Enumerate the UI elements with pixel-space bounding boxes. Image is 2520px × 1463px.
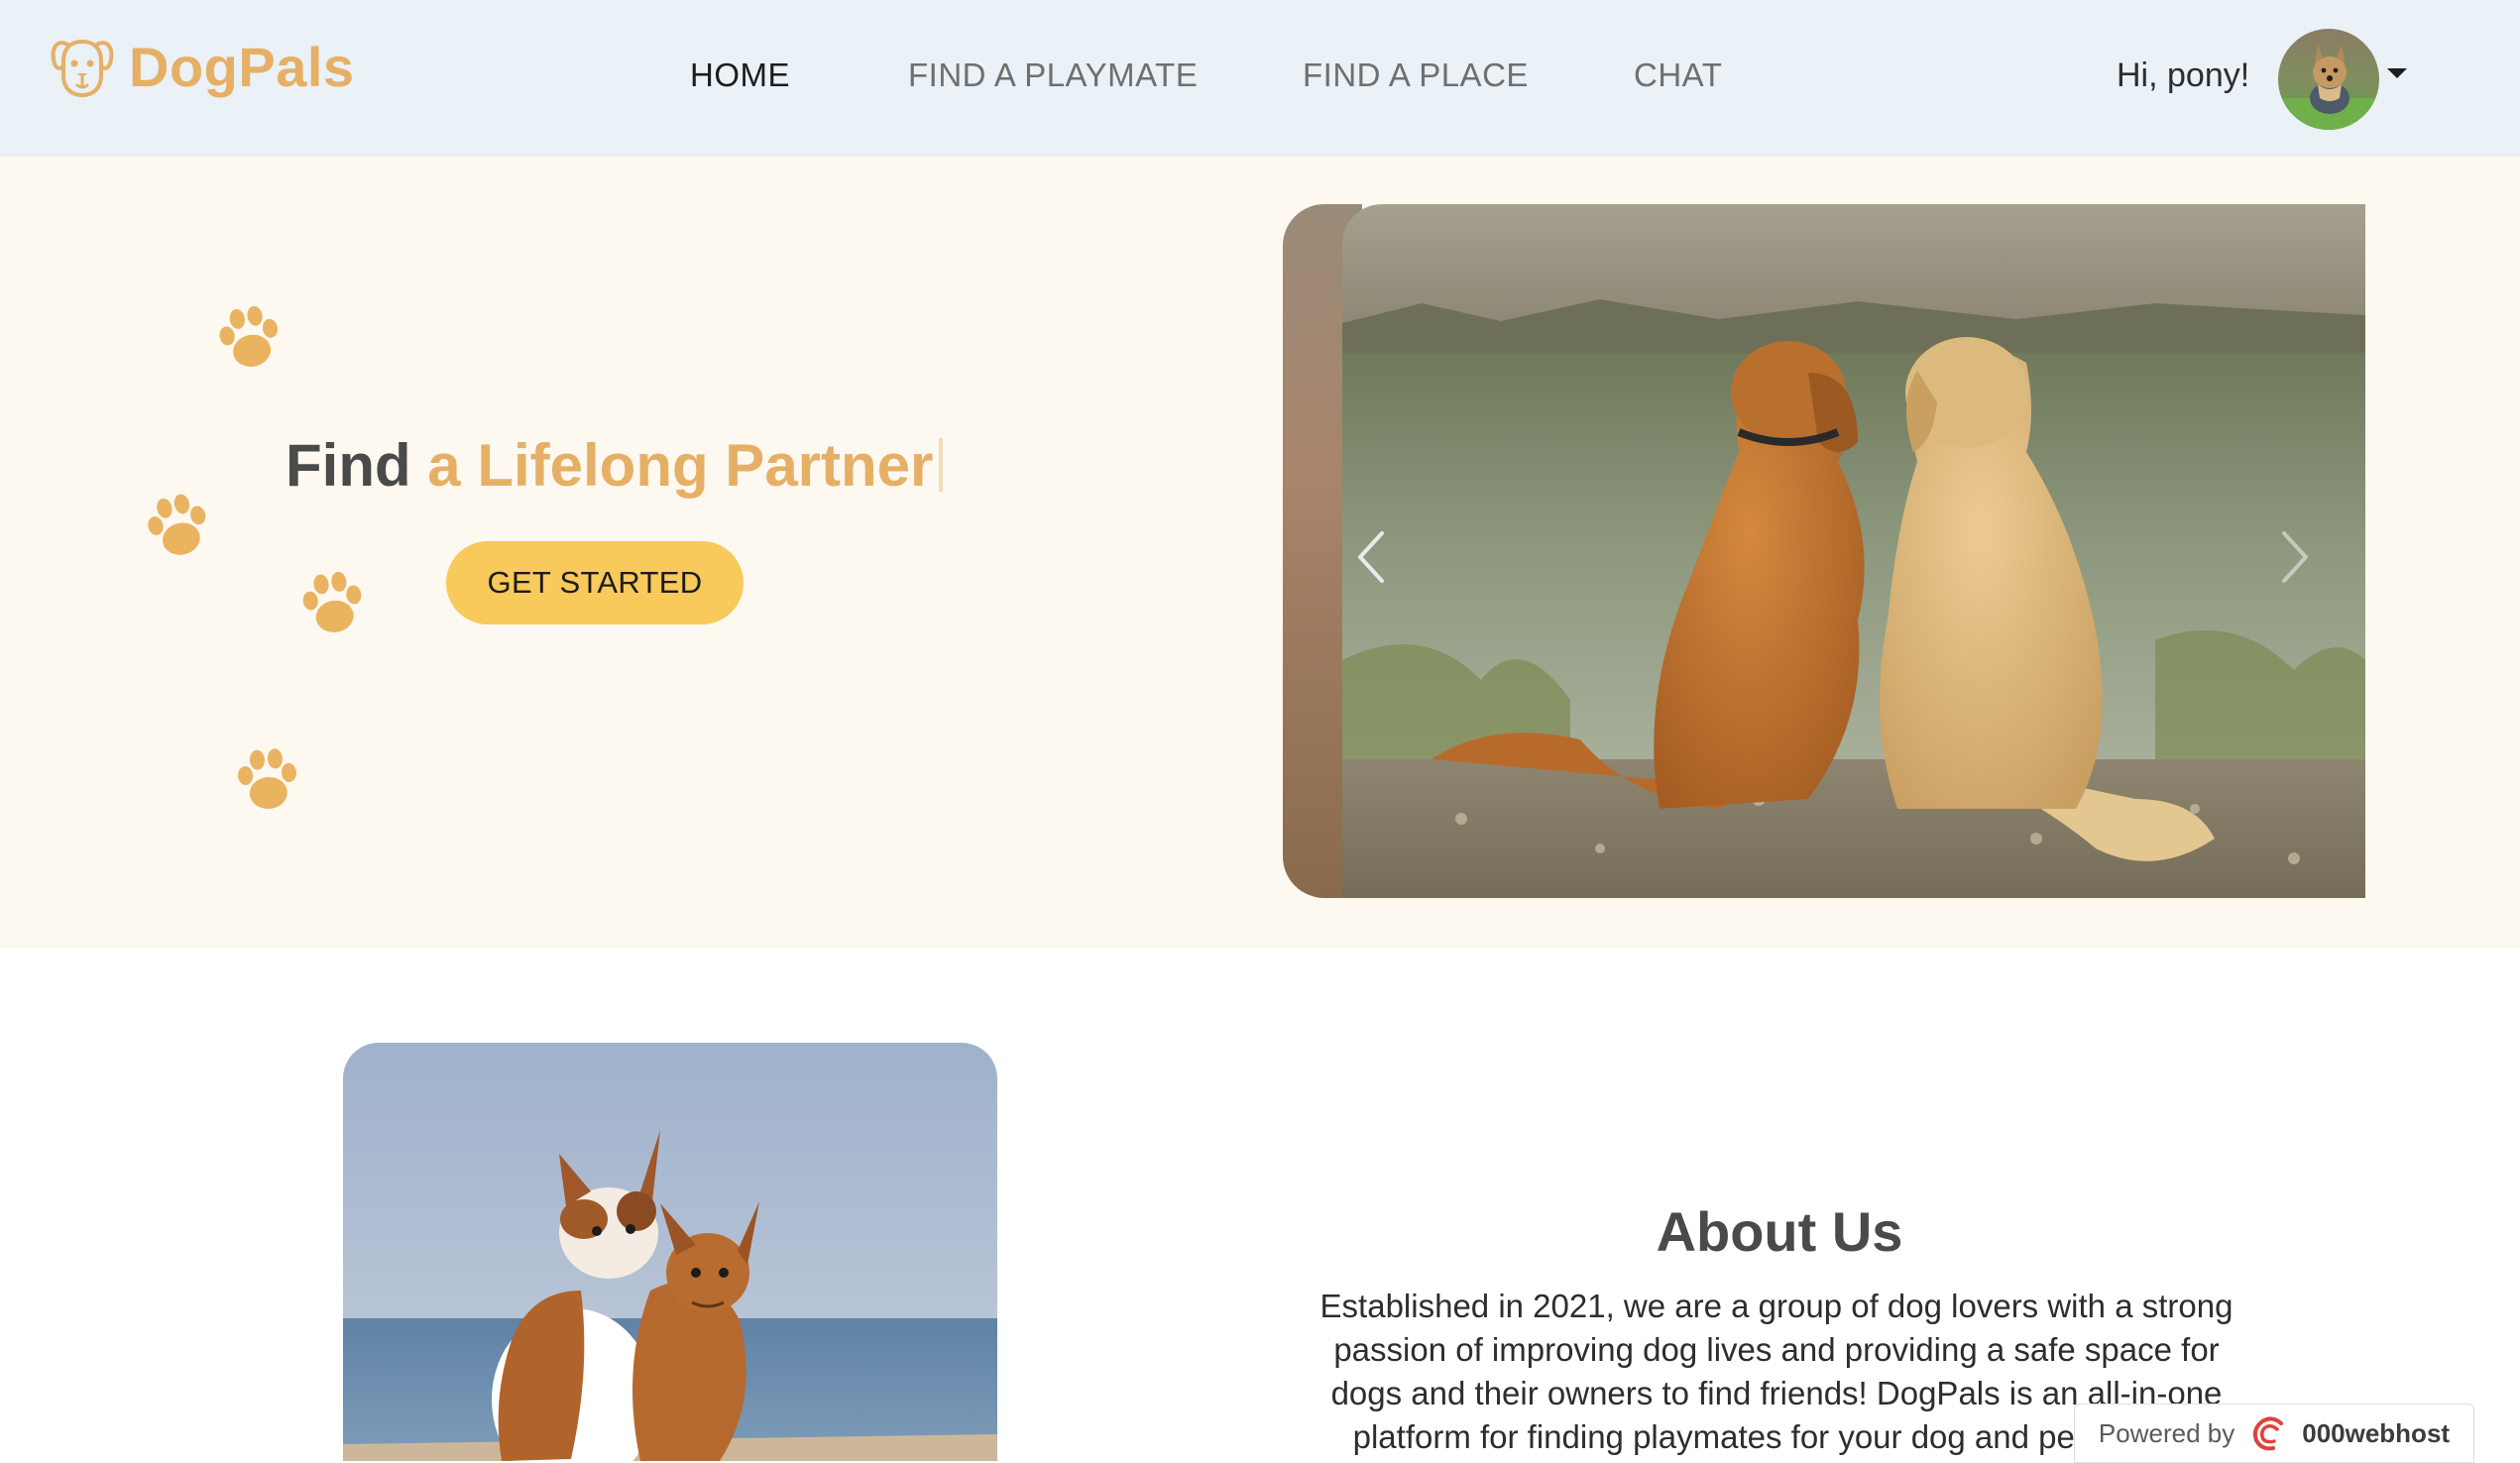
avatar-photo [2278,29,2379,130]
top-navbar: DogPals HOME FIND A PLAYMATE FIND A PLAC… [0,0,2520,157]
about-photo [343,1043,997,1461]
nav-home-link[interactable]: HOME [690,52,790,99]
nav-find-place-link[interactable]: FIND A PLACE [1303,52,1529,99]
brand-link[interactable]: DogPals [48,30,355,103]
about-title: About Us [1656,1200,1903,1263]
paw-print-icon [148,494,206,555]
user-greeting: Hi, pony! [2117,56,2250,94]
chevron-right-icon[interactable] [2274,527,2314,587]
webhost-logo-icon [2253,1416,2284,1451]
hero-section: Find a Lifelong Partner GET STARTED [0,157,2520,948]
two-golden-retrievers-photo [1342,204,2365,898]
paw-print-icon [238,748,296,809]
headline-plain: Find [286,432,428,499]
chevron-left-icon[interactable] [1352,527,1392,587]
hero-carousel[interactable] [1283,204,2365,898]
paw-print-icon [219,305,279,367]
two-chihuahuas-photo [343,1043,997,1461]
user-avatar[interactable] [2278,29,2379,130]
carousel-active-slide [1342,204,2365,898]
headline-accent: a Lifelong Partner [427,432,934,499]
get-started-button[interactable]: GET STARTED [446,541,744,624]
paw-print-icon [302,572,362,632]
typing-cursor [939,438,944,492]
webhost-name: 000webhost [2302,1417,2451,1448]
dog-face-icon [51,39,114,98]
brand-name: DogPals [129,35,355,98]
nav-chat-link[interactable]: CHAT [1634,52,1722,99]
hosting-badge[interactable]: Powered by 000webhost [2074,1404,2474,1463]
caret-down-icon[interactable] [2384,65,2410,81]
nav-find-playmate-link[interactable]: FIND A PLAYMATE [908,52,1198,99]
powered-by-label: Powered by [2098,1417,2235,1448]
hero-headline: Find a Lifelong Partner [286,426,944,506]
